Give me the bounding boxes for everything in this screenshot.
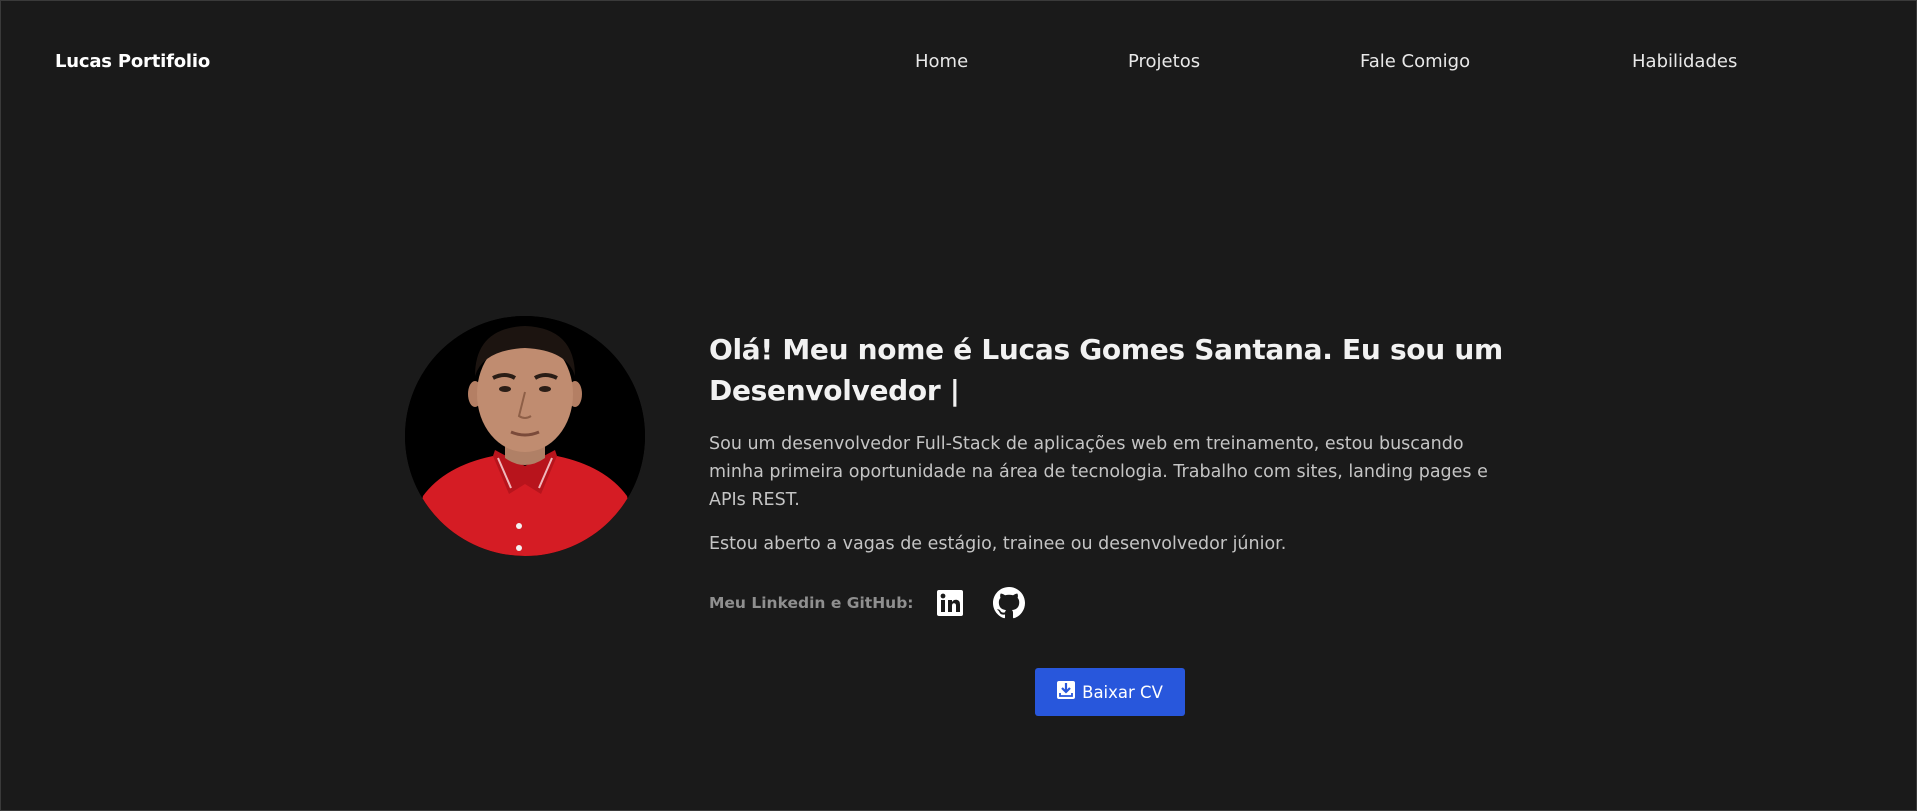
main-nav: Home Projetos Fale Comigo Habilidades bbox=[1, 51, 1916, 81]
hero-intro: Sou um desenvolvedor Full-Stack de aplic… bbox=[709, 434, 1488, 510]
linkedin-icon[interactable] bbox=[934, 587, 966, 619]
page: Lucas Portifolio Home Projetos Fale Comi… bbox=[0, 0, 1917, 811]
download-cv-label: Baixar CV bbox=[1082, 682, 1163, 702]
profile-photo bbox=[405, 316, 645, 556]
hero-availability: Estou aberto a vagas de estágio, trainee… bbox=[709, 534, 1287, 554]
download-icon bbox=[1057, 681, 1076, 703]
nav-fale-comigo[interactable]: Fale Comigo bbox=[1360, 51, 1470, 72]
download-cv-button[interactable]: Baixar CV bbox=[1035, 668, 1185, 716]
social-label: Meu Linkedin e GitHub: bbox=[709, 594, 914, 612]
nav-habilidades[interactable]: Habilidades bbox=[1632, 51, 1737, 72]
github-icon[interactable] bbox=[992, 587, 1025, 619]
social-links: Meu Linkedin e GitHub: bbox=[709, 587, 1025, 619]
hero-title: Olá! Meu nome é Lucas Gomes Santana. Eu … bbox=[709, 333, 1503, 407]
nav-home[interactable]: Home bbox=[915, 51, 968, 72]
profile-avatar bbox=[405, 316, 645, 556]
hero-section: Olá! Meu nome é Lucas Gomes Santana. Eu … bbox=[709, 329, 1519, 558]
nav-projetos[interactable]: Projetos bbox=[1128, 51, 1200, 72]
